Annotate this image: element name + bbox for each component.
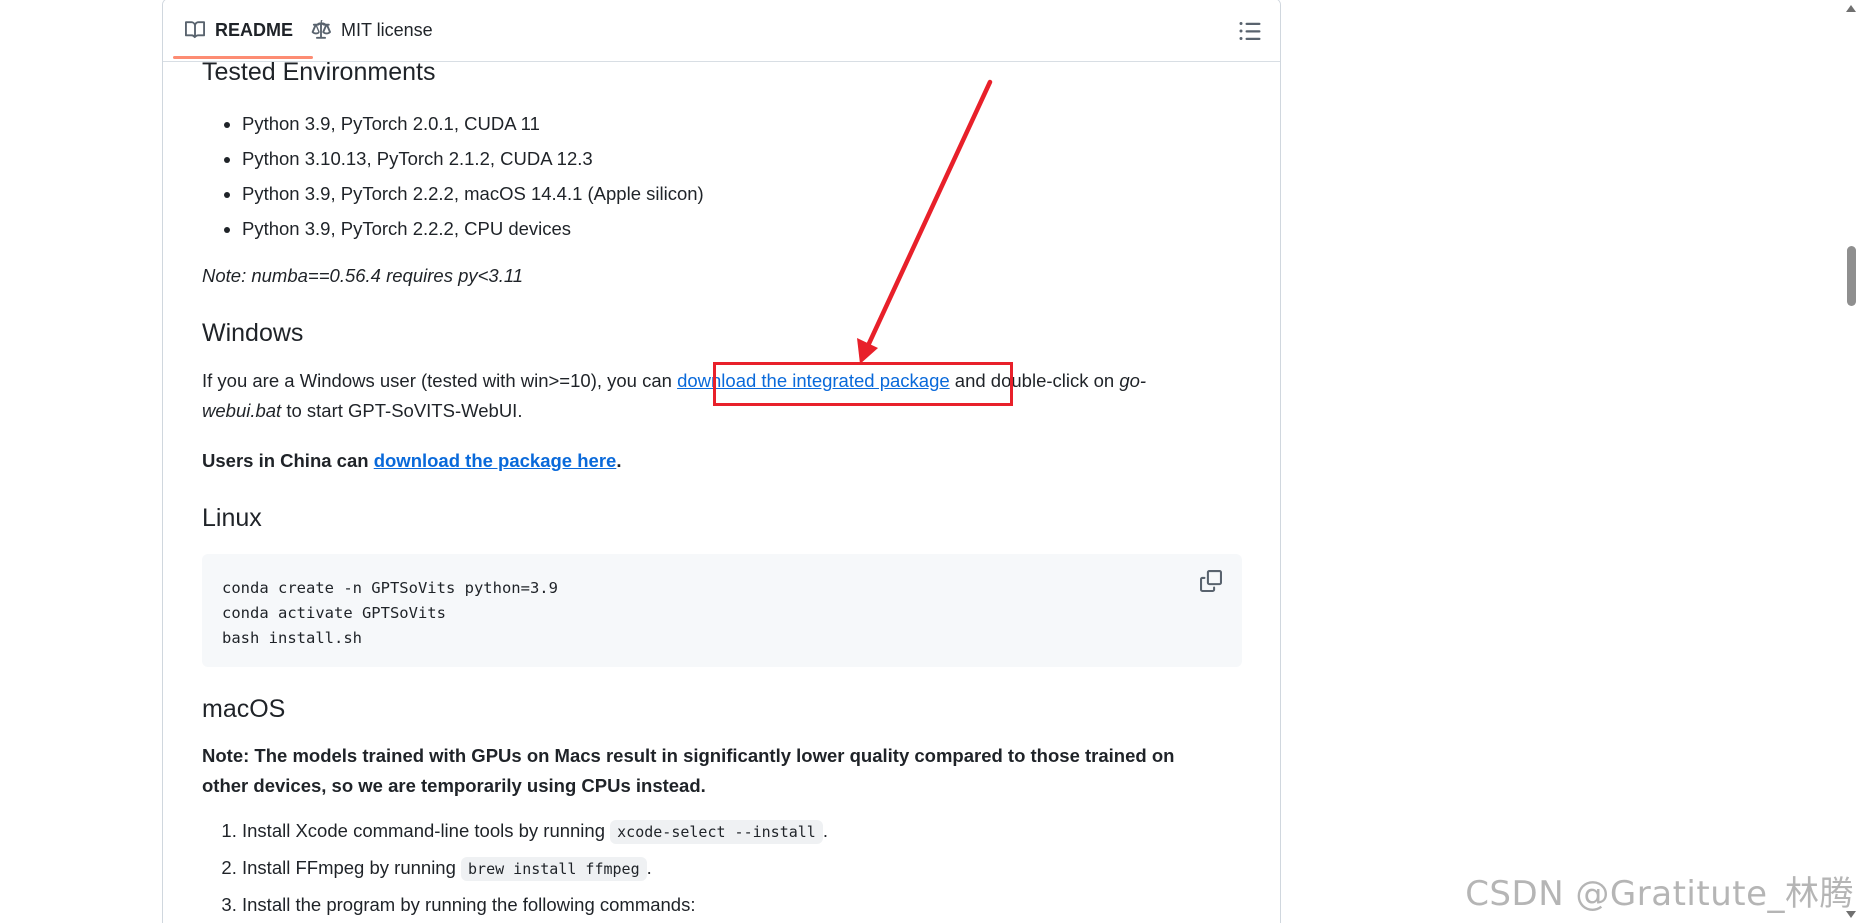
tab-active-underline <box>173 56 314 59</box>
page: README MIT license Tested Environments P… <box>0 0 1860 923</box>
china-text: Users in China can <box>202 450 374 471</box>
book-icon <box>185 21 205 39</box>
code-line: conda activate GPTSoVits <box>222 604 446 622</box>
inline-code: brew install ffmpeg <box>461 857 647 881</box>
tab-license-label: MIT license <box>341 19 433 40</box>
macos-heading: macOS <box>202 695 286 723</box>
china-end: . <box>616 450 622 471</box>
tested-environments-list: Python 3.9, PyTorch 2.0.1, CUDA 11 Pytho… <box>202 106 1242 246</box>
download-package-here-link[interactable]: download the package here <box>374 450 617 471</box>
page-scrollbar[interactable] <box>1843 0 1860 923</box>
windows-text-after: to start GPT-SoVITS-WebUI. <box>281 400 523 421</box>
download-integrated-package-link[interactable]: download the integrated package <box>677 370 950 391</box>
macos-note-line2: other devices, so we are temporarily usi… <box>202 775 706 796</box>
linux-code-block[interactable]: conda create -n GPTSoVits python=3.9 con… <box>202 554 1242 667</box>
windows-heading: Windows <box>202 319 304 347</box>
step-text: Install FFmpeg by running <box>242 857 462 878</box>
tab-readme[interactable]: README <box>173 1 314 59</box>
readme-tabbar: README MIT license <box>163 0 1280 62</box>
tab-mit-license[interactable]: MIT license <box>311 1 433 59</box>
list-item: Install Xcode command-line tools by runn… <box>242 813 1242 850</box>
code-line: conda create -n GPTSoVits python=3.9 <box>222 579 558 597</box>
numba-note: Note: numba==0.56.4 requires py<3.11 <box>202 265 524 286</box>
copy-code-button[interactable] <box>1200 570 1224 594</box>
linux-heading: Linux <box>202 504 262 532</box>
windows-text-before: If you are a Windows user (tested with w… <box>202 370 678 391</box>
list-item: Python 3.9, PyTorch 2.2.2, CPU devices <box>242 211 1242 246</box>
china-paragraph: Users in China can download the package … <box>202 446 1242 476</box>
step-text: Install Xcode command-line tools by runn… <box>242 820 611 841</box>
windows-file-line1: go- <box>1119 370 1147 391</box>
scroll-up-arrow-icon[interactable] <box>1846 5 1856 12</box>
readme-content: Tested Environments Python 3.9, PyTorch … <box>202 51 1242 922</box>
scroll-thumb[interactable] <box>1847 246 1856 306</box>
csdn-watermark: CSDN @Gratitute_林腾 <box>1465 874 1854 914</box>
list-item: Python 3.10.13, PyTorch 2.1.2, CUDA 12.3 <box>242 141 1242 176</box>
list-item: Install the program by running the follo… <box>242 887 1242 922</box>
windows-text-middle: and double-click on <box>949 370 1120 391</box>
windows-paragraph: If you are a Windows user (tested with w… <box>202 366 1242 426</box>
list-unordered-icon <box>1239 22 1261 40</box>
list-item: Install FFmpeg by running brew install f… <box>242 850 1242 887</box>
list-item: Python 3.9, PyTorch 2.2.2, macOS 14.4.1 … <box>242 176 1242 211</box>
macos-note: Note: The models trained with GPUs on Ma… <box>202 741 1242 801</box>
code-line: bash install.sh <box>222 629 362 647</box>
macos-steps-list: Install Xcode command-line tools by runn… <box>202 813 1242 922</box>
copy-icon <box>1200 570 1222 592</box>
inline-code: xcode-select --install <box>610 820 823 844</box>
list-item: Python 3.9, PyTorch 2.0.1, CUDA 11 <box>242 106 1242 141</box>
step-end: . <box>822 820 828 841</box>
step-text: Install the program by running the follo… <box>242 894 696 915</box>
law-scale-icon <box>311 20 331 39</box>
step-end: . <box>646 857 652 878</box>
outline-toggle-button[interactable] <box>1238 19 1262 43</box>
windows-file-line2: webui.bat <box>202 400 282 421</box>
tab-readme-label: README <box>215 19 294 40</box>
readme-card: README MIT license Tested Environments P… <box>162 0 1281 923</box>
macos-note-line1: Note: The models trained with GPUs on Ma… <box>202 745 1175 766</box>
